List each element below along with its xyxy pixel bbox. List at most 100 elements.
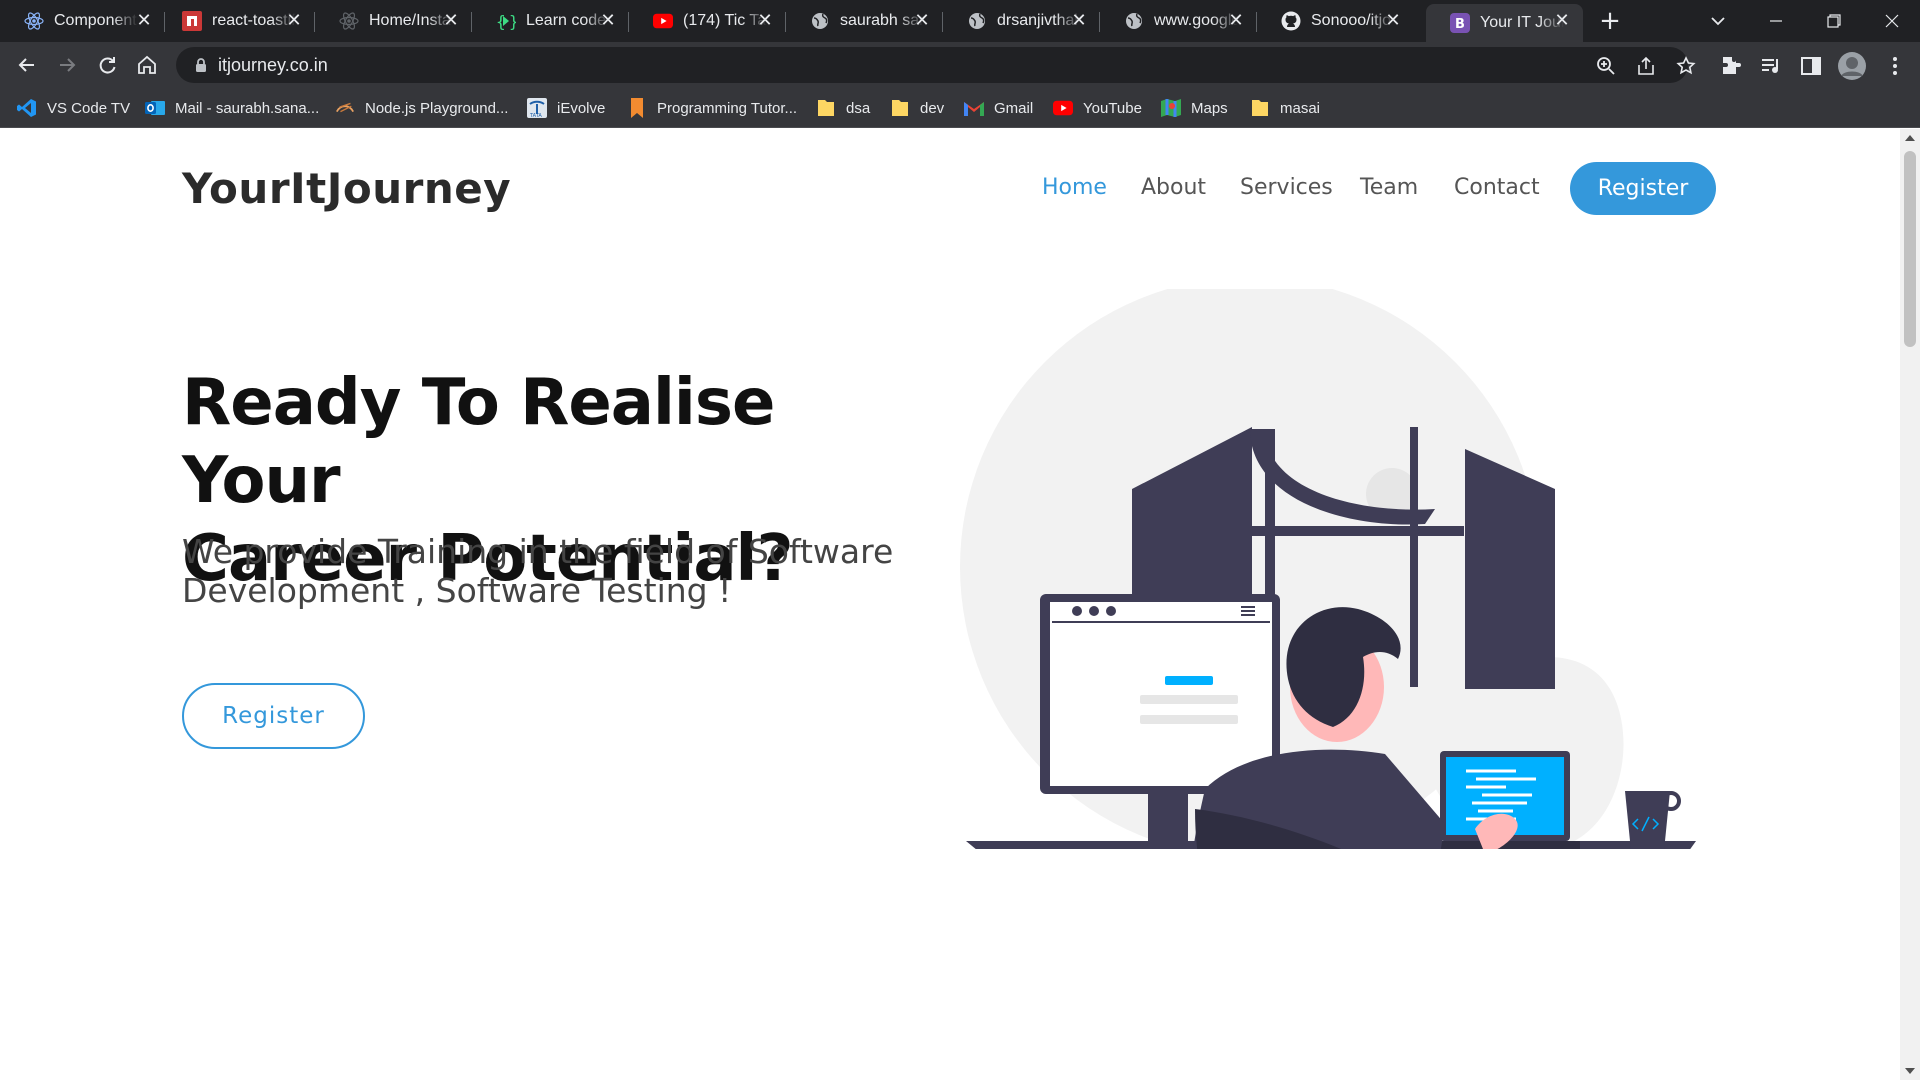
youtube-icon — [1053, 98, 1073, 118]
hero-register-button[interactable]: Register — [182, 683, 365, 749]
hero-subtitle-line: We provide Training in the field of Soft… — [182, 532, 894, 571]
screen-divider — [1052, 621, 1270, 623]
tab-strip: Components ✕ react-toastify ✕ Home/Insta… — [0, 0, 1920, 42]
close-icon[interactable]: ✕ — [599, 12, 617, 30]
side-panel-icon[interactable] — [1799, 54, 1823, 78]
tab-youtube-tictac[interactable]: (174) Tic Tac ✕ — [629, 4, 786, 38]
folder-icon — [816, 98, 836, 118]
arrow-right-icon — [60, 58, 76, 72]
tab-your-it-journey[interactable]: B Your IT Journey ✕ — [1426, 4, 1583, 42]
tab-title: Components — [54, 12, 138, 29]
close-icon[interactable]: ✕ — [1553, 12, 1571, 30]
bookmark-programming-tutor[interactable]: Programming Tutor... — [627, 96, 797, 120]
extensions-icon[interactable] — [1719, 54, 1743, 78]
close-icon[interactable]: ✕ — [442, 12, 460, 30]
close-icon[interactable]: ✕ — [285, 12, 303, 30]
page-scrollbar[interactable] — [1900, 129, 1920, 1080]
npm-icon — [182, 11, 202, 31]
window-frame — [1222, 526, 1464, 536]
new-tab-button[interactable]: + — [1596, 8, 1624, 36]
media-control-icon[interactable] — [1759, 54, 1783, 78]
monitor-stand — [1148, 794, 1188, 849]
tab-github[interactable]: Sonooo/itjo ✕ — [1257, 4, 1414, 38]
close-icon[interactable]: ✕ — [1070, 12, 1088, 30]
scroll-thumb[interactable] — [1904, 151, 1916, 347]
screen-button — [1165, 676, 1213, 685]
globe-icon — [1124, 11, 1144, 31]
reload-button[interactable] — [93, 51, 121, 79]
back-button[interactable] — [13, 51, 41, 79]
close-icon[interactable]: ✕ — [756, 12, 774, 30]
hero-subtitle: We provide Training in the field of Soft… — [182, 532, 912, 610]
tab-search-button[interactable] — [1706, 10, 1730, 32]
tab-react-toastify[interactable]: react-toastify ✕ — [158, 4, 315, 38]
globe-icon — [967, 11, 987, 31]
tab-learn-code[interactable]: {} Learn code ✕ — [472, 4, 629, 38]
restore-button[interactable] — [1816, 8, 1852, 34]
close-icon — [1885, 14, 1899, 28]
tab-title: www.google — [1154, 12, 1238, 29]
close-icon[interactable]: ✕ — [913, 12, 931, 30]
address-bar[interactable]: itjourney.co.in — [176, 47, 1696, 83]
close-window-button[interactable] — [1874, 8, 1910, 34]
share-icon[interactable] — [1636, 56, 1656, 76]
tab-title: (174) Tic Tac — [683, 12, 767, 29]
bookmark-label: VS Code TV — [47, 99, 131, 117]
minimize-button[interactable] — [1758, 8, 1794, 34]
bookmark-label: Gmail — [994, 99, 1034, 117]
nav-home[interactable]: Home — [1042, 175, 1107, 200]
site-logo[interactable]: YourItJourney — [182, 164, 511, 213]
scroll-down-arrow-icon[interactable] — [1905, 1068, 1915, 1074]
home-button[interactable] — [133, 51, 161, 79]
tata-icon: TATA — [527, 98, 547, 118]
more-vert-icon[interactable] — [1883, 54, 1907, 78]
tab-components[interactable]: Components ✕ — [0, 4, 165, 38]
bookmark-folder-masai[interactable]: masai — [1250, 96, 1320, 120]
nav-team[interactable]: Team — [1360, 175, 1418, 200]
bookmark-label: masai — [1280, 99, 1321, 117]
avatar[interactable] — [1838, 52, 1866, 80]
bookmark-folder-dev[interactable]: dev — [890, 96, 944, 120]
code-brackets-icon: {} — [496, 11, 516, 31]
star-icon[interactable] — [1676, 56, 1696, 76]
close-icon[interactable]: ✕ — [1384, 12, 1402, 30]
bookmark-label: dev — [920, 99, 945, 117]
bookmark-gmail[interactable]: Gmail — [964, 96, 1033, 120]
bookmark-ievolve[interactable]: TATA iEvolve — [527, 96, 605, 120]
nav-services[interactable]: Services — [1240, 175, 1333, 200]
nav-register-button[interactable]: Register — [1570, 162, 1716, 215]
tab-saurabh[interactable]: saurabh sana ✕ — [786, 4, 943, 38]
bookmark-youtube[interactable]: YouTube — [1053, 96, 1142, 120]
tab-drsanjiv[interactable]: drsanjivthal ✕ — [943, 4, 1100, 38]
tab-title: saurabh sana — [840, 12, 924, 29]
bookmark-mail[interactable]: Mail - saurabh.sana... — [145, 96, 319, 120]
bookmark-vs-code-tv[interactable]: VS Code TV — [17, 96, 130, 120]
close-icon[interactable]: ✕ — [135, 12, 153, 30]
close-icon[interactable]: ✕ — [1227, 12, 1245, 30]
minimize-icon — [1770, 20, 1782, 22]
tab-home-instagram[interactable]: Home/Instagram ✕ — [315, 4, 472, 38]
tab-google[interactable]: www.google ✕ — [1100, 4, 1257, 38]
zoom-icon[interactable] — [1596, 56, 1616, 76]
bookmark-nodejs-playground[interactable]: Node.js Playground... — [335, 96, 508, 120]
nav-about[interactable]: About — [1141, 175, 1206, 200]
bookmark-folder-dsa[interactable]: dsa — [816, 96, 870, 120]
reload-icon — [99, 57, 116, 74]
developer-at-desk-illustration — [960, 289, 1696, 849]
screen-line — [1140, 715, 1238, 724]
nav-contact[interactable]: Contact — [1454, 175, 1540, 200]
bookmark-label: Programming Tutor... — [657, 99, 798, 117]
person-neck — [1290, 764, 1340, 799]
folder-icon — [890, 98, 910, 118]
bookmark-label: Maps — [1191, 99, 1228, 117]
chevron-down-icon — [1711, 17, 1725, 26]
lock-icon[interactable] — [192, 56, 210, 74]
globe-icon — [810, 11, 830, 31]
youtube-icon — [653, 11, 673, 31]
scroll-up-arrow-icon[interactable] — [1905, 135, 1915, 141]
url-text[interactable]: itjourney.co.in — [218, 55, 328, 76]
web-page: YourItJourney Home About Services Team C… — [0, 129, 1900, 1080]
forward-button[interactable] — [53, 51, 81, 79]
bookmark-maps[interactable]: Maps — [1161, 96, 1228, 120]
tab-title: Your IT Journey — [1480, 14, 1564, 31]
